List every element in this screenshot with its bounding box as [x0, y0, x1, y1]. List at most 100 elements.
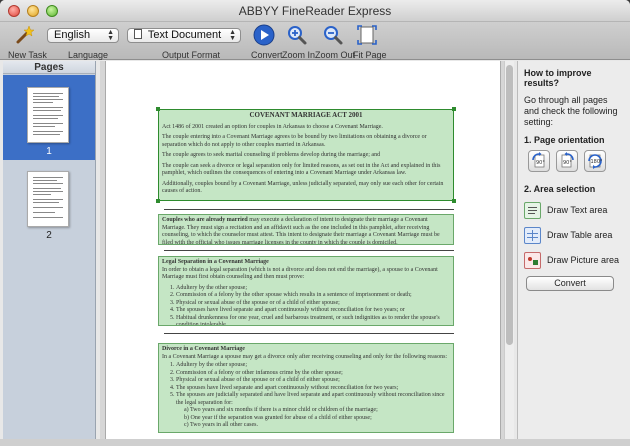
resize-handle[interactable]: [156, 199, 160, 203]
svg-text:90°: 90°: [563, 160, 572, 166]
draw-picture-area-button[interactable]: Draw Picture area: [524, 249, 624, 271]
zone-paragraph: The couple entering into a Covenant Marr…: [162, 134, 427, 148]
draw-table-area-button[interactable]: Draw Table area: [524, 224, 624, 246]
scrollbar-thumb[interactable]: [506, 65, 513, 345]
convert-label: Convert: [251, 50, 283, 60]
page-number: 2: [46, 230, 52, 241]
resize-handle[interactable]: [452, 107, 456, 111]
document-icon: [134, 29, 142, 39]
status-bar: [0, 439, 630, 446]
page-thumbnail-1[interactable]: 1: [3, 75, 95, 160]
zoom-in-label: Zoom In: [282, 50, 316, 60]
pages-header: Pages: [3, 61, 95, 74]
list-item: Adultery by the other spouse;: [176, 285, 450, 293]
convert-button[interactable]: Convert: [526, 276, 614, 291]
page-number: 1: [46, 146, 52, 157]
draw-text-area-button[interactable]: Draw Text area: [524, 199, 624, 221]
resize-handle[interactable]: [452, 199, 456, 203]
sub-item: b) One year if the separation was grante…: [184, 414, 372, 421]
list-item: Commission of a felony by the other spou…: [176, 292, 450, 300]
new-task-button[interactable]: New Task: [8, 24, 47, 60]
rotate-180-button[interactable]: 180°: [584, 150, 606, 172]
draw-picture-label: Draw Picture area: [547, 255, 620, 265]
app-window: ABBYY FineReader Express New Task Englis…: [0, 0, 630, 446]
select-arrows-icon: ▲ ▼: [229, 29, 236, 42]
fit-page-label: Fit Page: [353, 50, 387, 60]
divider-line: [164, 209, 454, 210]
list-item: Habitual drunkenness for one year, cruel…: [176, 315, 450, 326]
page-preview: [27, 171, 69, 227]
list-item: Physical or sexual abuse of the spouse o…: [176, 300, 450, 308]
rotate-90-icon: 90°: [532, 152, 545, 168]
zone-intro: In a Covenant Marriage a spouse may get …: [162, 353, 448, 360]
page-preview: [27, 87, 69, 143]
select-arrows-icon: ▲ ▼: [107, 29, 114, 42]
pages-panel: Pages 1 2: [3, 61, 96, 439]
zone-list: Adultery by the other spouse; Commission…: [176, 362, 450, 407]
divider-line: [164, 333, 454, 334]
zoom-out-icon: [324, 26, 343, 45]
list-item: Commission of a felony or other infamous…: [176, 370, 450, 378]
section-page-orientation: 1. Page orientation: [524, 135, 605, 145]
output-format-select[interactable]: Text Document ▲ ▼: [127, 28, 241, 43]
rotate-left-90-button[interactable]: 90°: [556, 150, 578, 172]
sub-item: c) Two years in all other cases.: [184, 422, 258, 428]
zone-list: Adultery by the other spouse; Commission…: [176, 285, 450, 326]
text-area-zone-4[interactable]: Divorce in a Covenant Marriage In a Cove…: [158, 343, 454, 433]
vertical-scrollbar[interactable]: [504, 61, 514, 439]
help-title: How to improve results?: [524, 68, 592, 88]
list-item: Adultery by the other spouse;: [176, 362, 450, 370]
sub-item: a) Two years and six months if there is …: [184, 407, 378, 413]
rotate-minus-90-icon: 90°: [561, 152, 574, 168]
new-task-label: New Task: [8, 50, 47, 60]
text-area-zone-3[interactable]: Legal Separation in a Covenant Marriage …: [158, 256, 454, 326]
play-icon: [253, 24, 275, 46]
zone-title: COVENANT MARRIAGE ACT 2001: [249, 111, 363, 119]
orientation-buttons: 90° 90° 180°: [528, 150, 624, 172]
list-item: The spouses have lived separate and apar…: [176, 385, 450, 393]
rotate-right-90-button[interactable]: 90°: [528, 150, 550, 172]
zoom-out-label: Zoom Out: [315, 50, 356, 60]
svg-text:90°: 90°: [536, 160, 545, 166]
output-format-value: Text Document: [147, 29, 222, 41]
rotate-180-icon: 180°: [588, 154, 604, 169]
window-title: ABBYY FineReader Express: [238, 4, 392, 18]
zoom-in-button[interactable]: Zoom In: [281, 24, 316, 60]
text-area-zone-1[interactable]: COVENANT MARRIAGE ACT 2001 Act 1486 of 2…: [158, 109, 454, 201]
toolbar: New Task English ▲ ▼ Language Text Docume…: [0, 22, 630, 60]
language-label: Language: [68, 50, 109, 60]
document-page: COVENANT MARRIAGE ACT 2001 Act 1486 of 2…: [105, 61, 501, 439]
text-area-zone-2[interactable]: Couples who are already married may exec…: [158, 214, 454, 245]
page-thumbnail-2[interactable]: 2: [3, 159, 95, 244]
magic-wand-icon: [16, 25, 35, 44]
help-description: Go through all pages and check the follo…: [524, 95, 618, 127]
text-area-icon: [524, 201, 541, 219]
table-area-icon: [524, 226, 541, 244]
svg-text:180°: 180°: [591, 159, 604, 165]
fit-page-button[interactable]: Fit Page: [352, 24, 387, 60]
zone-intro: In order to obtain a legal separation (w…: [162, 266, 438, 281]
list-item: The spouses are judicially separated and…: [176, 392, 450, 407]
title-bar: ABBYY FineReader Express: [0, 0, 630, 22]
resize-handle[interactable]: [156, 107, 160, 111]
list-item: The spouses have lived separate and apar…: [176, 307, 450, 315]
fit-page-icon: [357, 25, 377, 45]
list-item: Physical or sexual abuse of the spouse o…: [176, 377, 450, 385]
main-content: Pages 1 2 COVENANT MARRIAGE ACT 2001 Act…: [0, 61, 630, 446]
section-area-selection: 2. Area selection: [524, 184, 596, 194]
language-select[interactable]: English ▲ ▼: [47, 28, 119, 43]
zone-paragraph: The couple can seek a divorce or legal s…: [162, 162, 441, 177]
zone-heading: Divorce in a Covenant Marriage: [162, 346, 245, 352]
zoom-out-button[interactable]: Zoom Out: [315, 24, 355, 60]
convert-toolbar-button[interactable]: Convert: [249, 24, 283, 60]
zoom-in-icon: [288, 26, 307, 45]
picture-area-icon: [524, 251, 541, 269]
draw-table-label: Draw Table area: [547, 230, 613, 240]
divider-line: [164, 250, 454, 251]
output-format-label: Output Format: [162, 50, 221, 60]
document-view[interactable]: COVENANT MARRIAGE ACT 2001 Act 1486 of 2…: [100, 61, 514, 439]
zone-lead: Couples who are already married: [162, 217, 248, 223]
draw-text-label: Draw Text area: [547, 205, 608, 215]
zone-paragraph: The couple agrees to seek marital counse…: [162, 152, 381, 158]
zone-paragraph: Act 1486 of 2001 created an option for c…: [162, 123, 383, 130]
